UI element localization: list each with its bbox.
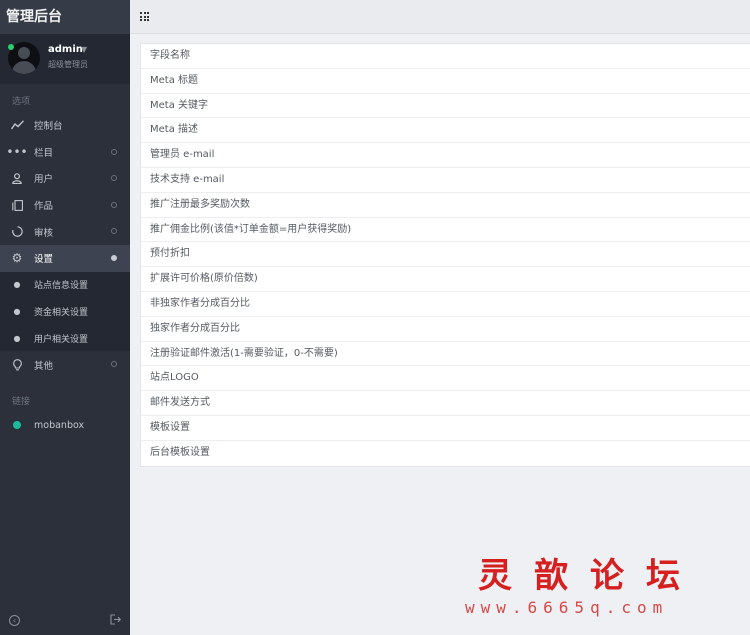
settings-row[interactable]: 注册验证邮件激活(1-需要验证，0-不需要) xyxy=(141,342,750,367)
app-title: 管理后台 xyxy=(0,0,130,34)
settings-row[interactable]: 独家作者分成百分比 xyxy=(141,317,750,342)
expand-circle-icon xyxy=(111,201,117,208)
settings-row[interactable]: 推广佣金比例(该值*订单金额=用户获得奖励) xyxy=(141,218,750,243)
bullet-icon: ● xyxy=(13,280,21,290)
settings-row[interactable]: 扩展许可价格(原价倍数) xyxy=(141,267,750,292)
settings-row[interactable]: Meta 描述 xyxy=(141,118,750,144)
caret-down-icon[interactable]: ▼ xyxy=(81,45,87,54)
sidebar-item-users[interactable]: 用户 xyxy=(0,165,130,192)
online-status-dot xyxy=(8,44,14,50)
settings-row[interactable]: 邮件发送方式 xyxy=(141,391,750,416)
sidebar-item-review[interactable]: 审核 xyxy=(0,218,130,245)
lightbulb-icon xyxy=(0,358,34,371)
user-icon xyxy=(0,173,34,184)
sidebar-link-mobanbox[interactable]: mobanbox xyxy=(0,412,130,439)
bullet-icon: ● xyxy=(13,333,21,343)
more-dots-icon: ••• xyxy=(6,144,28,159)
sidebar-item-settings[interactable]: ⚙ 设置 xyxy=(0,244,130,272)
sidebar-item-works[interactable]: 作品 xyxy=(0,192,130,219)
settings-row[interactable]: 技术支持 e-mail xyxy=(141,168,750,193)
sidebar-item-other[interactable]: 其他 xyxy=(0,351,130,378)
topbar xyxy=(130,0,750,34)
main-content: 字段名称 Meta 标题 Meta 关键字 Meta 描述 管理员 e-mail… xyxy=(130,35,750,635)
gear-icon: ⚙ xyxy=(11,251,23,266)
watermark-url: www.6665q.com xyxy=(465,598,669,617)
submenu-item-funds[interactable]: ● 资金相关设置 xyxy=(0,298,130,325)
settings-row[interactable]: Meta 关键字 xyxy=(141,94,750,119)
user-name[interactable]: admin xyxy=(48,44,83,55)
settings-row[interactable]: 后台模板设置 xyxy=(141,441,750,466)
collapse-sidebar-icon[interactable]: ‹ xyxy=(9,615,20,626)
watermark-title: 灵歆论坛 xyxy=(478,556,702,596)
settings-row[interactable]: 推广注册最多奖励次数 xyxy=(141,193,750,218)
chart-line-icon xyxy=(0,120,34,130)
settings-row[interactable]: Meta 标题 xyxy=(141,69,750,94)
settings-row[interactable]: 预付折扣 xyxy=(141,242,750,268)
expand-circle-icon xyxy=(111,148,117,155)
logout-icon[interactable] xyxy=(110,614,122,628)
sidebar-item-columns[interactable]: ••• 栏目 xyxy=(0,139,130,166)
user-role: 超级管理员 xyxy=(48,60,88,69)
settings-list: 字段名称 Meta 标题 Meta 关键字 Meta 描述 管理员 e-mail… xyxy=(140,43,750,467)
settings-row[interactable]: 管理员 e-mail xyxy=(141,143,750,168)
sidebar-item-label: 控制台 xyxy=(34,121,63,133)
settings-row[interactable]: 字段名称 xyxy=(141,44,750,69)
spinner-icon xyxy=(0,226,34,237)
user-panel[interactable]: admin ▼ 超级管理员 xyxy=(0,34,130,84)
settings-submenu: ● 站点信息设置 ● 资金相关设置 ● 用户相关设置 xyxy=(0,271,130,352)
submenu-item-users[interactable]: ● 用户相关设置 xyxy=(0,325,130,352)
bullet-icon: ● xyxy=(13,306,21,316)
settings-row[interactable]: 站点LOGO xyxy=(141,366,750,392)
expanded-circle-icon xyxy=(111,254,117,261)
sidebar-item-dashboard[interactable]: 控制台 xyxy=(0,112,130,139)
settings-row[interactable]: 模板设置 xyxy=(141,416,750,441)
copy-icon xyxy=(0,199,34,211)
sidebar: 管理后台 admin ▼ 超级管理员 选项 控制台 ••• 栏目 用户 作品 审… xyxy=(0,0,130,635)
sidebar-link-label: mobanbox xyxy=(34,419,85,431)
submenu-item-label: 站点信息设置 xyxy=(34,281,89,292)
sidebar-footer: ‹ xyxy=(0,607,130,635)
submenu-item-label: 资金相关设置 xyxy=(34,307,89,318)
section-label-links: 链接 xyxy=(12,396,31,407)
submenu-item-site-info[interactable]: ● 站点信息设置 xyxy=(0,272,130,299)
section-label-options: 选项 xyxy=(12,97,31,107)
link-status-dot xyxy=(13,421,21,430)
settings-row[interactable]: 非独家作者分成百分比 xyxy=(141,292,750,317)
submenu-item-label: 用户相关设置 xyxy=(34,334,89,345)
apps-grid-icon[interactable] xyxy=(140,12,149,21)
